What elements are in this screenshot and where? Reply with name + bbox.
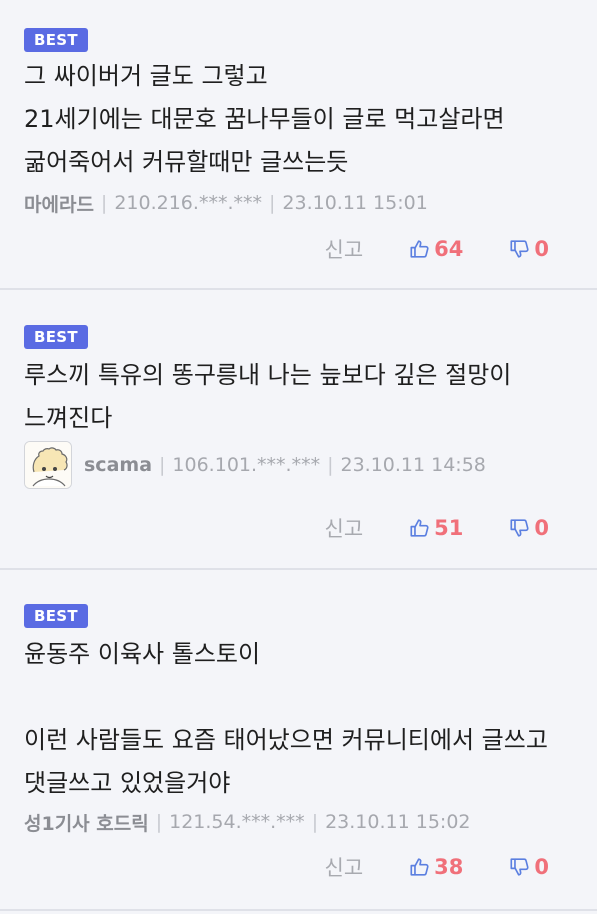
thumbs-up-icon — [410, 240, 429, 258]
best-badge: BEST — [24, 28, 88, 52]
upvote-button[interactable]: 64 — [409, 237, 463, 261]
comment-meta: 마에라드 | 210.216.***.*** | 23.10.11 15:01 — [24, 188, 428, 218]
upvote-count: 51 — [434, 516, 464, 540]
downvote-count: 0 — [534, 516, 549, 540]
ip-address: 121.54.***.*** — [169, 811, 305, 833]
comment-text: 윤동주 이육사 톨스토이 이런 사람들도 요즘 태어났으면 커뮤니티에서 글쓰고… — [24, 640, 548, 797]
comment-datetime: 23.10.11 15:02 — [325, 811, 471, 833]
ip-address: 106.101.***.*** — [172, 454, 321, 476]
report-button[interactable]: 신고 — [325, 852, 364, 882]
best-badge: BEST — [24, 604, 88, 628]
comment-text: 그 싸이버거 글도 그렇고 21세기에는 대문호 꿈나무들이 글로 먹고살라면 … — [24, 62, 505, 176]
comment-meta: 성1기사 호드릭 | 121.54.***.*** | 23.10.11 15:… — [24, 807, 471, 837]
downvote-button[interactable]: 0 — [509, 855, 549, 879]
meta-divider: | — [100, 192, 108, 214]
meta-divider: | — [159, 454, 166, 476]
thumbs-down-icon — [510, 858, 529, 876]
nickname[interactable]: scama — [84, 454, 152, 476]
avatar[interactable] — [24, 441, 72, 489]
report-button[interactable]: 신고 — [325, 234, 364, 264]
downvote-count: 0 — [534, 855, 549, 879]
meta-divider: | — [311, 811, 319, 833]
nickname[interactable]: 성1기사 호드릭 — [24, 809, 149, 836]
comment-datetime: 23.10.11 15:01 — [282, 192, 428, 214]
upvote-button[interactable]: 38 — [409, 855, 463, 879]
comment-meta: scama | 106.101.***.*** | 23.10.11 14:58 — [24, 440, 486, 490]
avatar-image — [25, 442, 71, 488]
thumbs-down-icon — [510, 240, 529, 258]
comment-item: BEST 루스끼 특유의 똥구릉내 나는 늪보다 깊은 절망이 느껴진다 sca… — [0, 290, 597, 570]
comment-actions: 신고 64 0 — [325, 232, 550, 266]
downvote-count: 0 — [534, 237, 549, 261]
upvote-button[interactable]: 51 — [409, 516, 463, 540]
best-badge: BEST — [24, 325, 88, 349]
downvote-button[interactable]: 0 — [509, 237, 549, 261]
thumbs-up-icon — [410, 858, 429, 876]
thumbs-up-icon — [410, 519, 429, 537]
downvote-button[interactable]: 0 — [509, 516, 549, 540]
comment-actions: 신고 51 0 — [325, 511, 550, 545]
nickname[interactable]: 마에라드 — [24, 190, 94, 217]
comment-actions: 신고 38 0 — [325, 850, 550, 884]
meta-divider: | — [155, 811, 163, 833]
ip-address: 210.216.***.*** — [114, 192, 262, 214]
meta-divider: | — [268, 192, 276, 214]
upvote-count: 64 — [434, 237, 464, 261]
comment-text: 루스끼 특유의 똥구릉내 나는 늪보다 깊은 절망이 느껴진다 — [24, 361, 520, 432]
comment-datetime: 23.10.11 14:58 — [340, 454, 486, 476]
meta-divider: | — [327, 454, 334, 476]
comment-item: BEST 그 싸이버거 글도 그렇고 21세기에는 대문호 꿈나무들이 글로 먹… — [0, 0, 597, 290]
upvote-count: 38 — [434, 855, 464, 879]
report-button[interactable]: 신고 — [325, 513, 364, 543]
thumbs-down-icon — [510, 519, 529, 537]
comment-item: BEST 윤동주 이육사 톨스토이 이런 사람들도 요즘 태어났으면 커뮤니티에… — [0, 570, 597, 911]
